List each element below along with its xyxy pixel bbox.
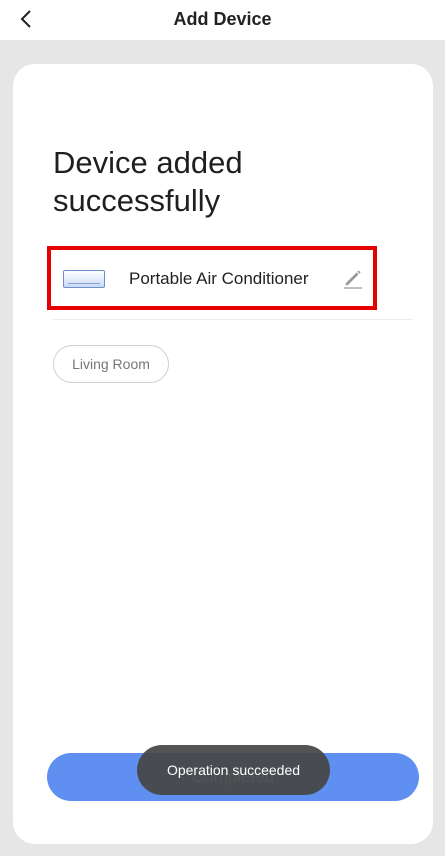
- success-message: Device added successfully: [53, 145, 243, 218]
- content-card: Device added successfully Portable Air C…: [13, 64, 433, 844]
- edit-device-name-button[interactable]: [341, 266, 365, 290]
- top-bar: Add Device: [0, 0, 445, 40]
- device-row[interactable]: Portable Air Conditioner: [47, 246, 377, 310]
- device-name: Portable Air Conditioner: [129, 269, 309, 288]
- pencil-icon: [344, 270, 362, 289]
- room-chip-living-room[interactable]: Living Room: [53, 345, 169, 383]
- divider: [53, 319, 413, 320]
- air-conditioner-icon: [63, 270, 105, 288]
- page-title: Add Device: [173, 9, 272, 29]
- toast-notification: Operation succeeded: [137, 745, 330, 795]
